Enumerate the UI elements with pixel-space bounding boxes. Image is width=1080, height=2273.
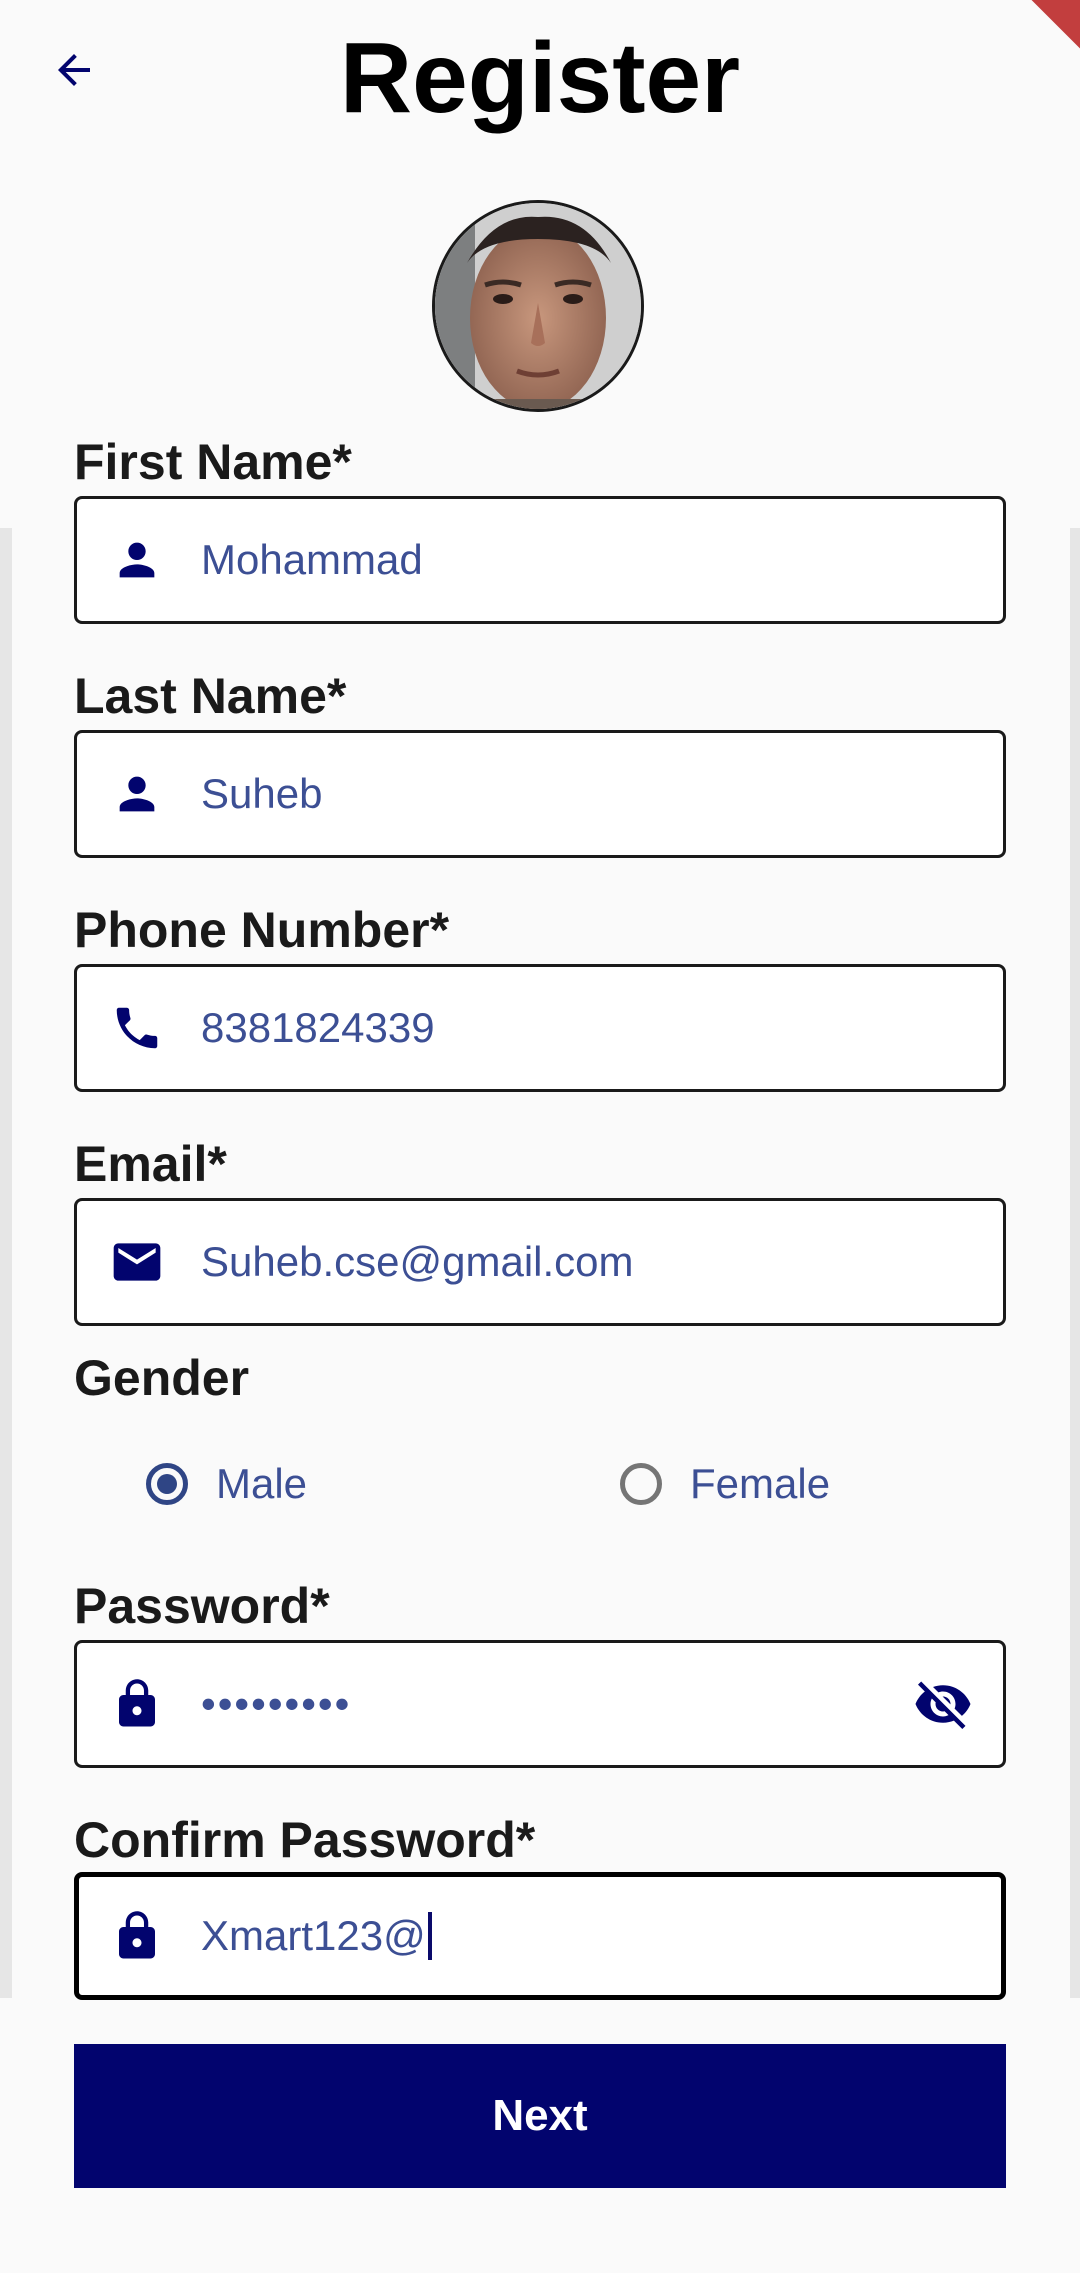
confirm-password-label: Confirm Password* xyxy=(74,1812,536,1868)
gender-male-option[interactable]: Male xyxy=(146,1452,307,1516)
last-name-label: Last Name* xyxy=(74,668,347,724)
last-name-field[interactable]: Suheb xyxy=(74,730,1006,858)
gender-label: Gender xyxy=(74,1350,250,1406)
phone-input[interactable]: 8381824339 xyxy=(201,967,435,1089)
left-scroll-edge xyxy=(0,528,12,1998)
first-name-field[interactable]: Mohammad xyxy=(74,496,1006,624)
phone-field[interactable]: 8381824339 xyxy=(74,964,1006,1092)
page-title: Register xyxy=(339,22,741,134)
first-name-input[interactable]: Mohammad xyxy=(201,499,423,621)
gender-male-label: Male xyxy=(216,1460,308,1507)
email-field[interactable]: Suheb.cse@gmail.com xyxy=(74,1198,1006,1326)
gender-radio-group: Male Female xyxy=(0,1452,1080,1516)
password-visibility-toggle[interactable] xyxy=(911,1672,975,1736)
radio-unselected-icon[interactable] xyxy=(620,1463,662,1505)
confirm-password-text: Xmart123@ xyxy=(201,1912,426,1959)
right-scroll-edge xyxy=(1070,528,1080,1998)
person-icon xyxy=(109,532,165,588)
profile-photo xyxy=(435,203,641,409)
gender-female-option[interactable]: Female xyxy=(620,1452,830,1516)
lock-icon xyxy=(109,1676,165,1732)
email-label: Email* xyxy=(74,1136,227,1192)
phone-icon xyxy=(109,1000,165,1056)
gender-female-label: Female xyxy=(690,1460,831,1507)
confirm-password-input[interactable]: Xmart123@ xyxy=(201,1877,432,1995)
next-button[interactable]: Next xyxy=(74,2044,1006,2188)
last-name-input[interactable]: Suheb xyxy=(201,733,322,855)
password-field[interactable]: ••••••••• xyxy=(74,1640,1006,1768)
eye-off-icon xyxy=(915,1681,971,1729)
email-input[interactable]: Suheb.cse@gmail.com xyxy=(201,1201,634,1323)
avatar[interactable] xyxy=(432,200,644,412)
text-cursor xyxy=(427,1912,432,1960)
confirm-password-field[interactable]: Xmart123@ xyxy=(74,1872,1006,2000)
phone-label: Phone Number* xyxy=(74,902,450,958)
first-name-label: First Name* xyxy=(74,434,352,490)
person-icon xyxy=(109,766,165,822)
password-label: Password* xyxy=(74,1578,330,1634)
radio-selected-icon[interactable] xyxy=(146,1463,188,1505)
lock-icon xyxy=(109,1908,165,1964)
password-input[interactable]: ••••••••• xyxy=(201,1643,351,1765)
mail-icon xyxy=(109,1234,165,1290)
